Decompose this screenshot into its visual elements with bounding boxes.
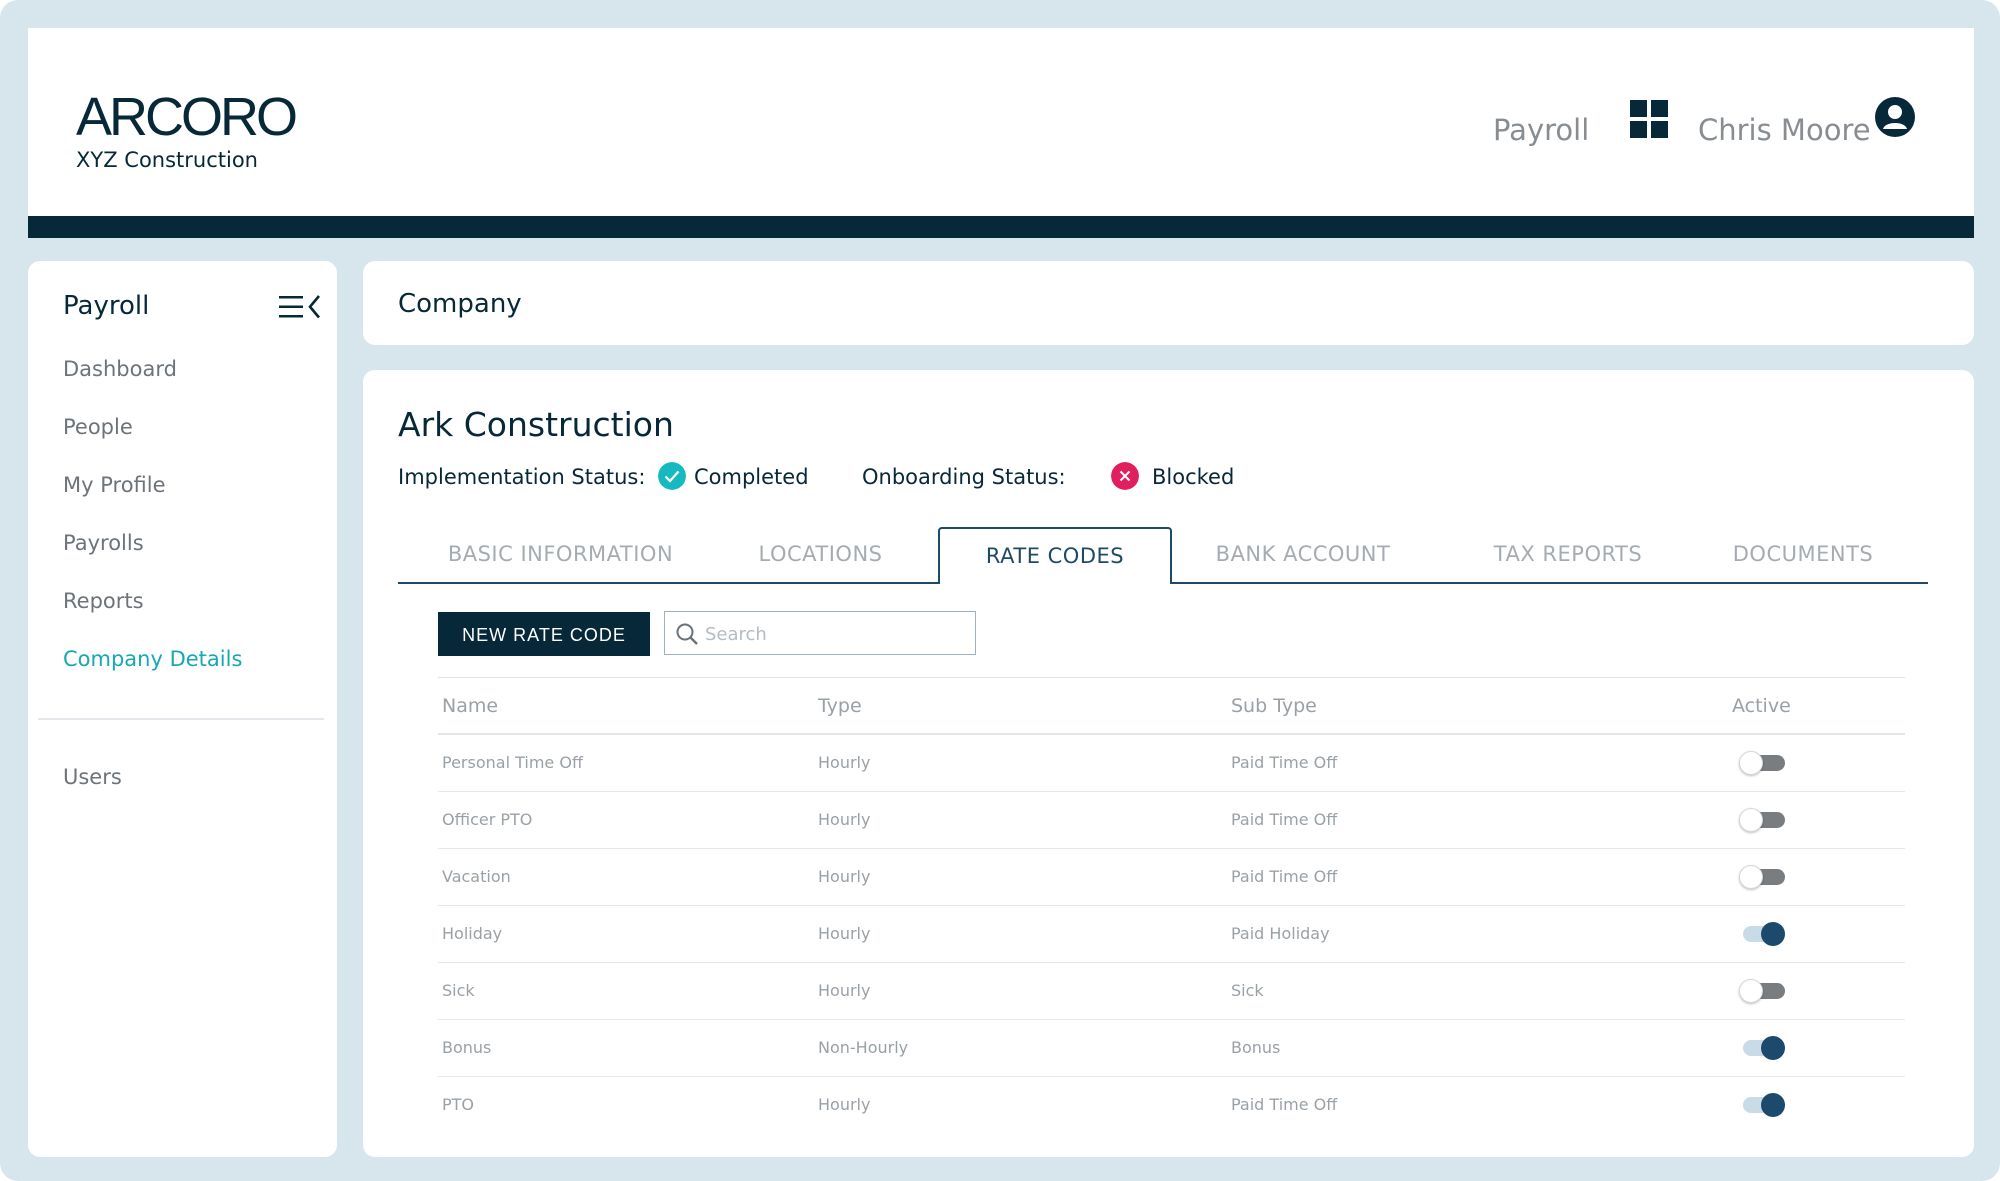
cell-name: Vacation (442, 867, 511, 886)
search-input[interactable] (703, 618, 967, 650)
toggle-knob (1761, 922, 1785, 946)
sidebar-item-payrolls[interactable]: Payrolls (63, 531, 144, 555)
cell-type: Hourly (818, 924, 871, 943)
sidebar-divider (38, 718, 324, 720)
cell-type: Hourly (818, 981, 871, 1000)
rate-codes-table: Name Type Sub Type Active Personal Time … (438, 677, 1905, 1133)
active-toggle[interactable] (1739, 751, 1785, 775)
cell-name: Sick (442, 981, 475, 1000)
section-header: Company (363, 261, 1974, 345)
table-header-row: Name Type Sub Type Active (438, 677, 1905, 734)
grid-icon[interactable] (1630, 100, 1668, 138)
column-header-active[interactable]: Active (1732, 678, 1791, 734)
check-circle-icon (658, 462, 686, 490)
onboarding-status-label: Onboarding Status: (862, 465, 1066, 489)
sidebar-item-my-profile[interactable]: My Profile (63, 473, 166, 497)
active-toggle[interactable] (1739, 865, 1785, 889)
toggle-knob (1739, 751, 1763, 775)
tab-tax-reports[interactable]: TAX REPORTS (1453, 526, 1683, 582)
tab-bank-account[interactable]: BANK ACCOUNT (1183, 526, 1423, 582)
cell-sub-type: Paid Time Off (1231, 867, 1338, 886)
column-header-sub-type[interactable]: Sub Type (1231, 678, 1317, 734)
header-divider-bar (28, 216, 1974, 238)
table-row[interactable]: Officer PTO Hourly Paid Time Off (438, 791, 1905, 848)
table-row[interactable]: Vacation Hourly Paid Time Off (438, 848, 1905, 905)
toggle-knob (1739, 865, 1763, 889)
column-header-type[interactable]: Type (818, 678, 862, 734)
sidebar-item-people[interactable]: People (63, 415, 133, 439)
cell-name: Holiday (442, 924, 503, 943)
tab-basic-information[interactable]: BASIC INFORMATION (398, 526, 723, 582)
sidebar-item-users[interactable]: Users (63, 765, 122, 789)
sidebar-item-dashboard[interactable]: Dashboard (63, 357, 177, 381)
section-title: Company (398, 289, 522, 319)
company-name: Ark Construction (398, 405, 674, 444)
table-row[interactable]: Personal Time Off Hourly Paid Time Off (438, 734, 1905, 791)
main-panel: Ark Construction Implementation Status: … (363, 370, 1974, 1157)
cell-type: Hourly (818, 1095, 871, 1114)
sidebar-item-reports[interactable]: Reports (63, 589, 144, 613)
sidebar-item-company-details[interactable]: Company Details (63, 647, 242, 671)
menu-collapse-icon[interactable] (278, 293, 326, 321)
active-toggle[interactable] (1739, 808, 1785, 832)
arcoro-logo[interactable]: ARCORO (76, 90, 298, 144)
active-toggle[interactable] (1739, 1093, 1785, 1117)
toggle-knob (1739, 808, 1763, 832)
active-toggle[interactable] (1739, 922, 1785, 946)
cell-type: Non-Hourly (818, 1038, 909, 1057)
cell-name: Personal Time Off (442, 753, 583, 772)
user-name[interactable]: Chris Moore (1698, 116, 1871, 145)
new-rate-code-button[interactable]: NEW RATE CODE (438, 612, 650, 656)
app-label: Payroll (1493, 113, 1590, 147)
table-row[interactable]: Bonus Non-Hourly Bonus (438, 1019, 1905, 1076)
tab-rate-codes[interactable]: RATE CODES (938, 527, 1172, 584)
cell-sub-type: Bonus (1231, 1038, 1281, 1057)
active-toggle[interactable] (1739, 1036, 1785, 1060)
cell-type: Hourly (818, 753, 871, 772)
column-header-name[interactable]: Name (442, 678, 498, 734)
search-icon (676, 623, 698, 645)
cell-type: Hourly (818, 867, 871, 886)
onboarding-status-value: Blocked (1152, 465, 1235, 489)
cell-sub-type: Paid Time Off (1231, 1095, 1338, 1114)
implementation-status-label: Implementation Status: (398, 465, 646, 489)
company-subtitle: XYZ Construction (76, 148, 258, 172)
x-circle-icon (1111, 462, 1139, 490)
toggle-knob (1739, 979, 1763, 1003)
top-header: ARCORO XYZ Construction Payroll Chris Mo… (28, 28, 1974, 216)
sidebar: Payroll Dashboard People My Profile Payroll… (28, 261, 337, 1157)
search-field (664, 611, 976, 655)
table-row[interactable]: PTO Hourly Paid Time Off (438, 1076, 1905, 1133)
cell-name: Bonus (442, 1038, 492, 1057)
active-toggle[interactable] (1739, 979, 1785, 1003)
user-circle-icon[interactable] (1874, 96, 1916, 138)
implementation-status-value: Completed (694, 465, 809, 489)
cell-name: Officer PTO (442, 810, 533, 829)
cell-sub-type: Sick (1231, 981, 1264, 1000)
table-row[interactable]: Sick Hourly Sick (438, 962, 1905, 1019)
tab-documents[interactable]: DOCUMENTS (1693, 526, 1913, 582)
sidebar-title: Payroll (63, 291, 150, 321)
cell-type: Hourly (818, 810, 871, 829)
cell-sub-type: Paid Holiday (1231, 924, 1330, 943)
toggle-knob (1761, 1036, 1785, 1060)
cell-sub-type: Paid Time Off (1231, 753, 1338, 772)
cell-name: PTO (442, 1095, 475, 1114)
cell-sub-type: Paid Time Off (1231, 810, 1338, 829)
toggle-knob (1761, 1093, 1785, 1117)
tab-locations[interactable]: LOCATIONS (723, 526, 918, 582)
table-row[interactable]: Holiday Hourly Paid Holiday (438, 905, 1905, 962)
